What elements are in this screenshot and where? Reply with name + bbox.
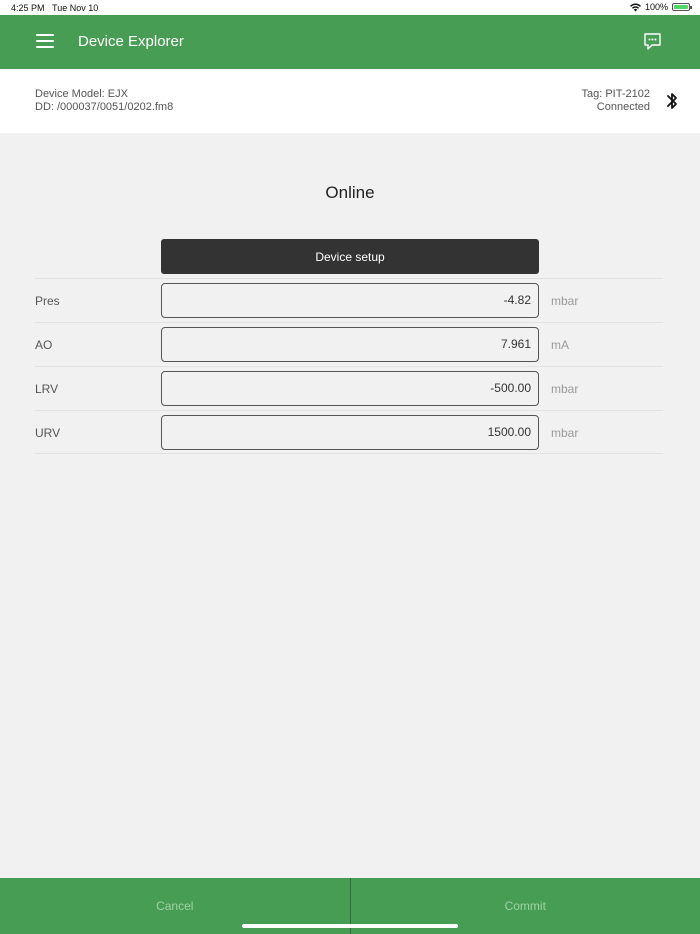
param-row-pres: Pres -4.82 mbar <box>35 278 663 322</box>
param-unit: mbar <box>551 294 579 308</box>
status-bar: 4:25 PM Tue Nov 10 100% <box>0 0 700 15</box>
device-tag: Tag: PIT-2102 <box>581 88 651 100</box>
param-value-field[interactable]: -4.82 <box>161 283 539 318</box>
hamburger-menu-icon[interactable] <box>36 34 54 48</box>
app-title: Device Explorer <box>78 33 184 50</box>
battery-fill <box>674 5 688 9</box>
status-indicators: 100% <box>629 2 692 12</box>
status-time: 4:25 PM Tue Nov 10 <box>11 3 99 13</box>
wifi-icon <box>629 3 641 11</box>
param-label: LRV <box>35 382 59 396</box>
battery-percent: 100% <box>644 2 668 12</box>
parameter-list: Pres -4.82 mbar AO 7.961 mA LRV -500.00 … <box>35 278 663 454</box>
device-info-right: Tag: PIT-2102 Connected <box>582 88 651 114</box>
device-dd-path: DD: /000037/0051/0202.fm8 <box>35 101 174 113</box>
param-label: URV <box>35 426 61 440</box>
param-row-ao: AO 7.961 mA <box>35 322 663 366</box>
param-unit: mbar <box>551 426 579 440</box>
param-label: AO <box>35 338 53 352</box>
param-label: Pres <box>35 294 60 308</box>
app-bar: Device Explorer <box>0 15 700 69</box>
device-info-left: Device Model: EJX DD: /000037/0051/0202.… <box>35 88 173 114</box>
param-unit: mA <box>551 338 569 352</box>
param-value-field[interactable]: -500.00 <box>161 371 539 406</box>
device-info-panel: Device Model: EJX DD: /000037/0051/0202.… <box>0 69 700 133</box>
param-value-field[interactable]: 1500.00 <box>161 415 539 450</box>
bluetooth-icon[interactable] <box>666 91 678 111</box>
home-indicator <box>242 924 458 928</box>
param-unit: mbar <box>551 382 579 396</box>
connection-status: Connected <box>596 101 650 113</box>
battery-icon <box>672 3 692 11</box>
param-row-lrv: LRV -500.00 mbar <box>35 366 663 410</box>
chat-icon[interactable] <box>643 32 662 51</box>
param-value-field[interactable]: 7.961 <box>161 327 539 362</box>
device-model: Device Model: EJX <box>35 88 128 100</box>
device-setup-button[interactable]: Device setup <box>161 239 539 274</box>
section-title: Online <box>325 183 375 202</box>
param-row-urv: URV 1500.00 mbar <box>35 410 663 454</box>
